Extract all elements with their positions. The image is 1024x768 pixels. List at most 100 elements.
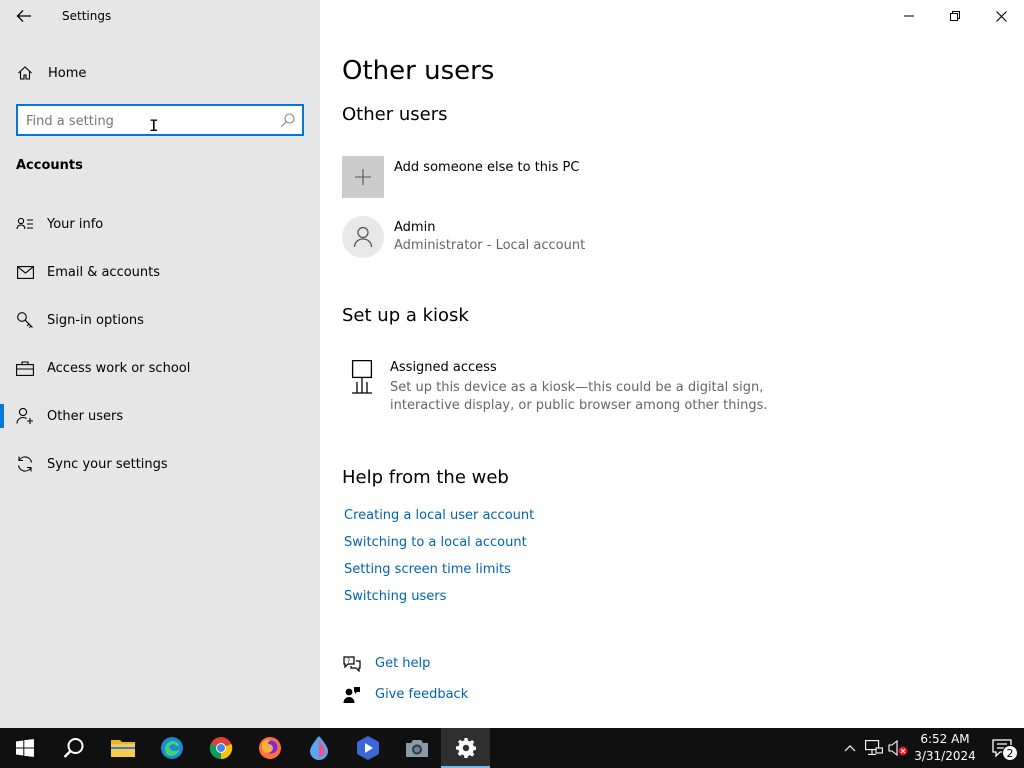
mail-icon <box>16 263 34 281</box>
sidebar-item-label: Email & accounts <box>47 264 161 280</box>
clock[interactable]: 6:52 AM 3/31/2024 <box>910 731 980 765</box>
taskbar-camera[interactable] <box>392 728 441 768</box>
sidebar-item-sign-in-options[interactable]: Sign-in options <box>0 296 320 344</box>
clock-date: 3/31/2024 <box>914 749 976 763</box>
clock-time: 6:52 AM <box>920 732 970 746</box>
restore-button[interactable] <box>932 0 978 32</box>
firefox-icon <box>258 737 281 759</box>
kiosk-heading: Set up a kiosk <box>342 305 469 326</box>
taskbar-file-explorer[interactable] <box>98 728 147 768</box>
taskbar-settings[interactable] <box>441 728 490 768</box>
media-player-icon <box>356 736 379 760</box>
taskbar: 6:52 AM 3/31/2024 2 <box>0 728 1024 768</box>
search-icon[interactable] <box>280 112 296 128</box>
other-users-heading: Other users <box>342 104 448 125</box>
search-box[interactable] <box>16 104 304 136</box>
windows-logo-icon <box>15 739 34 757</box>
close-icon <box>995 10 1007 22</box>
user-text: Admin Administrator - Local account <box>394 220 585 253</box>
volume-muted-icon <box>888 740 908 756</box>
taskbar-edge[interactable] <box>147 728 196 768</box>
section-heading: Accounts <box>16 158 83 173</box>
link-creating-local-account[interactable]: Creating a local user account <box>344 507 534 534</box>
user-account-type: Administrator - Local account <box>394 238 586 253</box>
help-heading: Help from the web <box>342 467 509 488</box>
drop-icon <box>309 736 328 760</box>
taskbar-app-drop[interactable] <box>294 728 343 768</box>
sidebar-item-label: Access work or school <box>47 360 191 376</box>
sidebar-item-other-users[interactable]: Other users <box>0 392 320 440</box>
notification-badge: 2 <box>1002 745 1018 761</box>
help-links: Creating a local user account Switching … <box>344 507 534 615</box>
camera-icon <box>405 740 428 757</box>
contact-card-icon <box>16 215 34 233</box>
sidebar-item-sync-settings[interactable]: Sync your settings <box>0 440 320 488</box>
sidebar-nav: Your info Email & accounts Sign-in optio… <box>0 200 320 488</box>
sidebar-item-label: Other users <box>47 408 124 424</box>
sidebar-item-label: Sync your settings <box>47 456 168 472</box>
person-add-icon <box>16 407 34 425</box>
give-feedback-row: Give feedback <box>342 685 468 705</box>
add-someone-label: Add someone else to this PC <box>394 160 580 175</box>
sidebar-home[interactable]: Home <box>0 58 320 88</box>
add-someone-button[interactable]: Add someone else to this PC <box>342 156 579 198</box>
give-feedback-link[interactable]: Give feedback <box>375 686 468 704</box>
search-input[interactable] <box>26 112 266 130</box>
taskbar-search-button[interactable] <box>49 728 98 768</box>
key-icon <box>16 311 34 329</box>
app-title: Settings <box>62 9 112 23</box>
restore-icon <box>950 11 960 21</box>
taskbar-media-player[interactable] <box>343 728 392 768</box>
system-tray: 6:52 AM 3/31/2024 2 <box>838 728 1024 768</box>
back-arrow-icon <box>16 10 31 22</box>
user-item-admin[interactable]: Admin Administrator - Local account <box>342 216 585 258</box>
link-switching-local-account[interactable]: Switching to a local account <box>344 534 534 561</box>
plus-tile <box>342 156 384 198</box>
sync-icon <box>16 455 34 473</box>
back-button[interactable] <box>10 4 38 28</box>
action-center-button[interactable]: 2 <box>980 728 1024 768</box>
title-bar: Settings <box>0 0 320 32</box>
user-name: Admin <box>394 220 436 235</box>
chevron-up-icon <box>844 745 856 752</box>
minimize-button[interactable] <box>886 0 932 32</box>
search-icon <box>63 738 83 758</box>
start-button[interactable] <box>0 728 49 768</box>
taskbar-chrome[interactable] <box>196 728 245 768</box>
avatar <box>342 216 384 258</box>
volume-button[interactable] <box>886 728 910 768</box>
get-help-row: ? Get help <box>342 654 430 674</box>
network-icon <box>865 740 883 755</box>
folder-icon <box>110 740 135 757</box>
feedback-icon <box>342 685 362 705</box>
edge-icon <box>160 737 183 759</box>
link-screen-time-limits[interactable]: Setting screen time limits <box>344 561 534 588</box>
network-button[interactable] <box>862 728 886 768</box>
sidebar-item-access-work-school[interactable]: Access work or school <box>0 344 320 392</box>
home-label: Home <box>48 65 87 81</box>
chrome-icon <box>209 737 232 760</box>
gear-icon <box>455 738 476 758</box>
page-title: Other users <box>342 56 495 86</box>
get-help-link[interactable]: Get help <box>375 655 430 673</box>
sidebar-item-label: Sign-in options <box>47 312 144 328</box>
kiosk-description: Set up this device as a kiosk—this could… <box>390 380 768 413</box>
text-cursor: I <box>149 116 159 135</box>
kiosk-icon <box>342 358 382 398</box>
main-content: Other users Other users Add someone else… <box>320 0 1024 728</box>
taskbar-firefox[interactable] <box>245 728 294 768</box>
chat-help-icon: ? <box>342 654 362 674</box>
briefcase-icon <box>16 359 34 377</box>
sidebar-item-email-accounts[interactable]: Email & accounts <box>0 248 320 296</box>
close-button[interactable] <box>978 0 1024 32</box>
show-hidden-icons-button[interactable] <box>838 728 862 768</box>
svg-text:?: ? <box>347 658 350 665</box>
sidebar-item-your-info[interactable]: Your info <box>0 200 320 248</box>
person-icon <box>353 226 373 248</box>
link-switching-users[interactable]: Switching users <box>344 588 534 615</box>
assigned-access-button[interactable]: Assigned access Set up this device as a … <box>342 358 770 415</box>
window-controls <box>886 0 1024 32</box>
plus-icon <box>355 169 371 185</box>
kiosk-text: Assigned access Set up this device as a … <box>390 360 770 415</box>
kiosk-title: Assigned access <box>390 360 497 375</box>
